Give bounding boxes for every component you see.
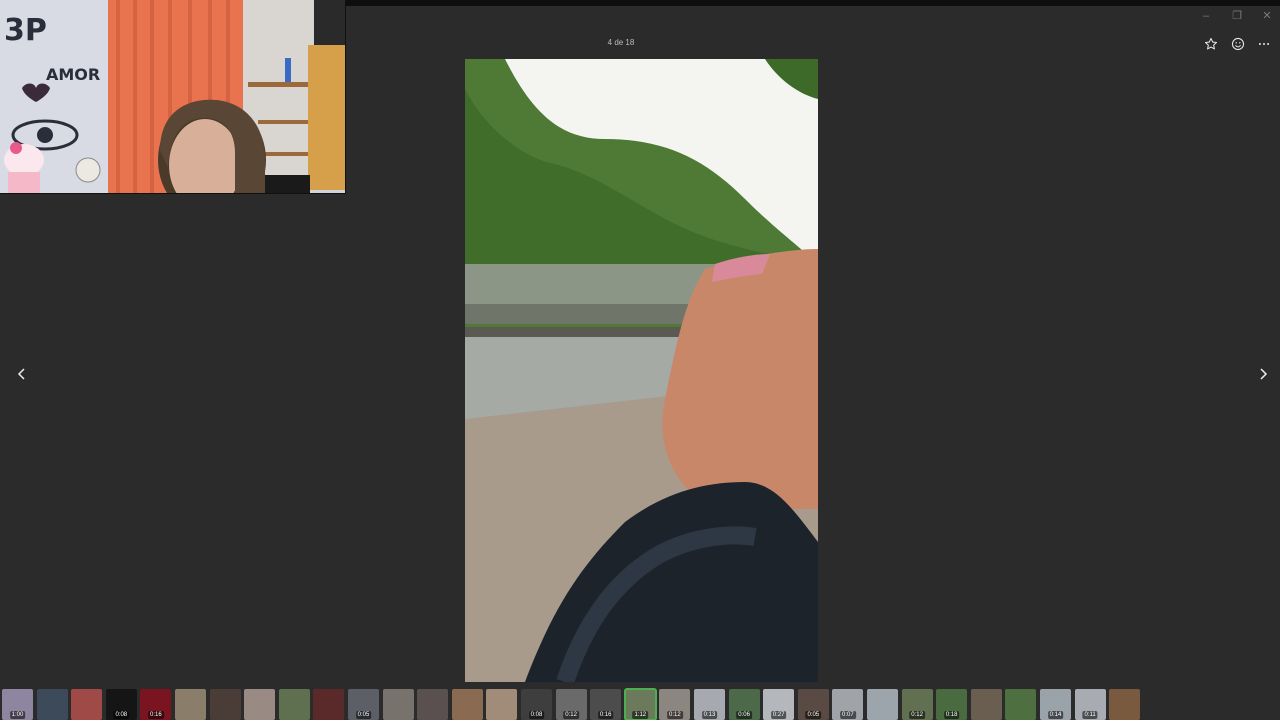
filmstrip: 1:00 0:08 0:16 0:05 0:08 0:12 0:16 1:12 0:12 0:13… — [0, 688, 1280, 720]
filmstrip-thumb[interactable] — [867, 689, 898, 720]
filmstrip-thumb[interactable]: 0:16 — [140, 689, 172, 720]
chevron-left-icon[interactable] — [12, 364, 32, 384]
close-icon[interactable]: ✕ — [1259, 8, 1275, 24]
graffiti-amor: AMOR — [46, 65, 100, 84]
thumb-duration: 0:16 — [597, 711, 614, 719]
filmstrip-thumb[interactable]: 0:11 — [1074, 689, 1106, 720]
filmstrip-thumb[interactable] — [244, 689, 276, 720]
filmstrip-thumb[interactable]: 0:08 — [105, 689, 137, 720]
filmstrip-thumb[interactable] — [36, 689, 68, 720]
filmstrip-thumb[interactable]: 1:12 — [623, 688, 657, 720]
filmstrip-thumb[interactable]: 0:12 — [901, 689, 933, 720]
thumb-duration: 1:12 — [632, 711, 649, 719]
filmstrip-thumb[interactable]: 0:13 — [694, 689, 725, 720]
filmstrip-thumb[interactable] — [451, 689, 483, 720]
thumb-duration: 0:05 — [355, 711, 372, 719]
filmstrip-thumb[interactable] — [1109, 689, 1141, 720]
star-icon[interactable] — [1202, 35, 1220, 53]
thumb-duration: 0:14 — [1047, 711, 1064, 719]
thumb-duration: 0:06 — [736, 711, 752, 719]
thumb-duration: 0:16 — [148, 711, 164, 719]
restore-icon[interactable]: ❐ — [1229, 8, 1245, 24]
thumb-duration: 0:12 — [563, 711, 579, 719]
thumb-duration: 0:27 — [770, 711, 787, 719]
minimize-icon[interactable]: – — [1198, 8, 1214, 24]
filmstrip-thumb[interactable] — [278, 689, 310, 720]
filmstrip-thumb[interactable] — [71, 689, 103, 720]
filmstrip-thumb[interactable]: 0:06 — [728, 689, 760, 720]
filmstrip-thumb[interactable] — [1005, 689, 1037, 720]
thumb-duration: 0:18 — [943, 711, 960, 719]
graffiti-3p: 3P — [4, 13, 47, 48]
filmstrip-thumb[interactable]: 0:12 — [659, 689, 691, 720]
smiley-icon[interactable] — [1229, 35, 1247, 53]
thumb-duration: 0:08 — [113, 711, 130, 719]
filmstrip-thumb[interactable]: 0:08 — [521, 689, 552, 720]
filmstrip-thumb[interactable]: 0:07 — [832, 689, 864, 720]
thumb-duration: 1:00 — [9, 711, 26, 719]
title-bar — [345, 6, 1280, 28]
thumb-duration: 0:05 — [805, 711, 822, 719]
filmstrip-thumb[interactable]: 0:27 — [763, 689, 795, 720]
thumb-duration: 0:12 — [667, 711, 683, 719]
filmstrip-thumb[interactable] — [417, 689, 449, 720]
filmstrip-thumb[interactable] — [209, 689, 241, 720]
thumb-duration: 0:07 — [840, 711, 856, 719]
thumb-duration: 0:08 — [528, 711, 545, 719]
filmstrip-thumb[interactable]: 0:16 — [590, 689, 622, 720]
thumb-duration: 0:13 — [701, 711, 718, 719]
filmstrip-thumb[interactable]: 0:12 — [555, 689, 587, 720]
filmstrip-thumb[interactable] — [970, 689, 1002, 720]
filmstrip-thumb[interactable] — [175, 689, 206, 720]
thumb-duration: 0:12 — [909, 711, 925, 719]
filmstrip-thumb[interactable]: 1:00 — [2, 689, 33, 720]
item-counter: 4 de 18 — [607, 38, 635, 47]
filmstrip-thumb[interactable] — [486, 689, 518, 720]
thumb-duration: 0:11 — [1082, 711, 1098, 719]
ellipsis-icon[interactable] — [1255, 35, 1273, 53]
filmstrip-thumb[interactable]: 0:14 — [1040, 689, 1071, 720]
filmstrip-thumb[interactable]: 0:05 — [348, 689, 379, 720]
filmstrip-thumb[interactable] — [382, 689, 414, 720]
filmstrip-thumb[interactable] — [313, 689, 345, 720]
chevron-right-icon[interactable] — [1253, 364, 1273, 384]
filmstrip-thumb[interactable]: 0:05 — [797, 689, 829, 720]
webcam-overlay: 3P AMOR — [0, 0, 346, 194]
main-photo — [465, 59, 818, 682]
filmstrip-thumb[interactable]: 0:18 — [936, 689, 968, 720]
